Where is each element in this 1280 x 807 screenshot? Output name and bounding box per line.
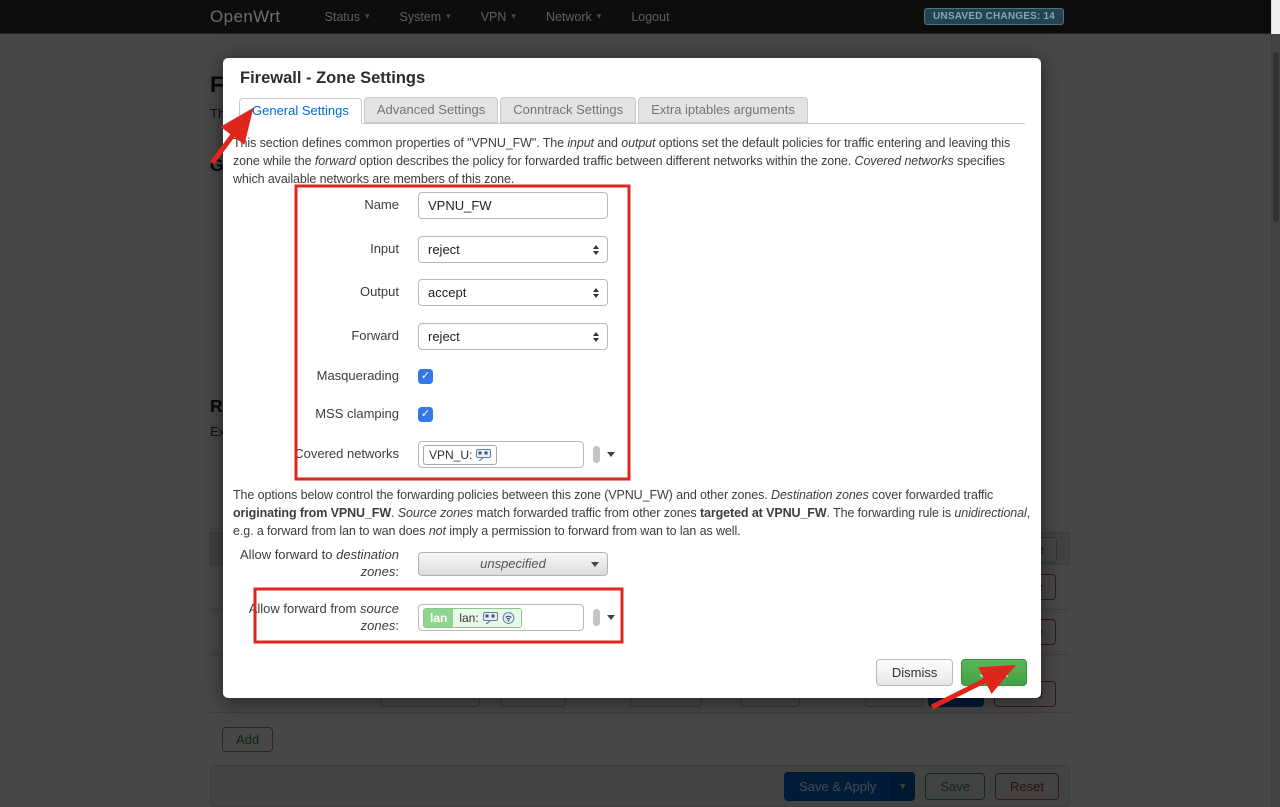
- modal-actions: Dismiss Save: [876, 659, 1027, 686]
- masquerading-row: Masquerading ✓: [239, 368, 433, 385]
- nav-item-status[interactable]: Status▾: [325, 10, 370, 24]
- input-policy-label: Input: [239, 241, 399, 258]
- dropdown-scrollthumb: [593, 446, 600, 463]
- mss-clamping-checkbox[interactable]: ✓: [418, 407, 433, 422]
- masquerading-checkbox[interactable]: ✓: [418, 369, 433, 384]
- nav-item-logout[interactable]: Logout: [631, 10, 669, 24]
- destination-zones-dropdown[interactable]: unspecified: [418, 552, 608, 576]
- output-policy-label: Output: [239, 284, 399, 301]
- screen: Firewall - Zone Settings The firewall cr…: [0, 0, 1280, 807]
- name-row: Name: [239, 192, 608, 219]
- nav-menu: Status▾ System▾ VPN▾ Network▾ Logout: [325, 10, 670, 24]
- ethernet-icon: [483, 612, 498, 624]
- chevron-down-icon: [591, 562, 599, 567]
- chevron-down-icon: ▾: [446, 11, 451, 22]
- input-policy-row: Input reject: [239, 236, 608, 263]
- output-policy-row: Output accept: [239, 279, 608, 306]
- zone-tag-lan[interactable]: lan lan:: [423, 608, 522, 628]
- nav-item-network[interactable]: Network▾: [546, 10, 601, 24]
- ethernet-icon: [476, 449, 491, 461]
- allow-forward-to-row: Allow forward to destination zones: unsp…: [239, 547, 608, 581]
- nav-item-vpn[interactable]: VPN▾: [481, 10, 516, 24]
- save-button[interactable]: Save: [961, 659, 1027, 686]
- openwrt-logo: OpenWrt: [210, 7, 281, 27]
- top-nav: OpenWrt Status▾ System▾ VPN▾ Network▾ Lo…: [0, 0, 1280, 34]
- allow-forward-from-label: Allow forward from source zones:: [239, 601, 399, 635]
- forward-policy-select[interactable]: reject: [418, 323, 608, 350]
- source-zones-box: lan lan:: [418, 604, 584, 631]
- chevron-down-icon: [607, 615, 615, 620]
- unsaved-changes-badge[interactable]: UNSAVED CHANGES: 14: [924, 8, 1064, 25]
- chevron-down-icon: ▾: [511, 11, 516, 22]
- output-policy-select[interactable]: accept: [418, 279, 608, 306]
- stepper-icon: [593, 332, 599, 342]
- modal-intro-text: This section defines common properties o…: [233, 135, 1035, 188]
- chevron-down-icon: [607, 452, 615, 457]
- stepper-icon: [593, 288, 599, 298]
- tab-conntrack-settings[interactable]: Conntrack Settings: [500, 97, 636, 123]
- covered-networks-dropdown[interactable]: VPN_U:: [418, 441, 616, 468]
- network-tag-vpnu[interactable]: VPN_U:: [423, 445, 497, 465]
- input-policy-select[interactable]: reject: [418, 236, 608, 263]
- masquerading-label: Masquerading: [239, 368, 399, 385]
- stepper-icon: [593, 245, 599, 255]
- name-input[interactable]: [418, 192, 608, 219]
- forwarding-intro-text: The options below control the forwarding…: [233, 487, 1039, 540]
- mss-clamping-label: MSS clamping: [239, 406, 399, 423]
- covered-networks-row: Covered networks VPN_U:: [239, 441, 616, 468]
- allow-forward-from-row: Allow forward from source zones: lan lan…: [239, 601, 616, 635]
- chevron-down-icon: ▾: [365, 11, 370, 22]
- modal-tabs: General Settings Advanced Settings Connt…: [239, 99, 1025, 124]
- covered-networks-label: Covered networks: [239, 446, 399, 463]
- modal-title: Firewall - Zone Settings: [240, 69, 425, 88]
- tab-extra-iptables-arguments[interactable]: Extra iptables arguments: [638, 97, 808, 123]
- covered-networks-box: VPN_U:: [418, 441, 584, 468]
- source-zones-dropdown[interactable]: lan lan:: [418, 604, 616, 631]
- nav-item-system[interactable]: System▾: [399, 10, 450, 24]
- tab-advanced-settings[interactable]: Advanced Settings: [364, 97, 498, 123]
- mss-clamping-row: MSS clamping ✓: [239, 406, 433, 423]
- dropdown-scrollthumb: [593, 609, 600, 626]
- zone-settings-modal: Firewall - Zone Settings General Setting…: [223, 58, 1041, 698]
- wifi-icon: [502, 612, 515, 624]
- name-label: Name: [239, 197, 399, 214]
- tab-general-settings[interactable]: General Settings: [239, 98, 362, 124]
- forward-policy-row: Forward reject: [239, 323, 608, 350]
- dismiss-button[interactable]: Dismiss: [876, 659, 954, 686]
- chevron-down-icon: ▾: [597, 11, 602, 22]
- forward-policy-label: Forward: [239, 328, 399, 345]
- allow-forward-to-label: Allow forward to destination zones:: [239, 547, 399, 581]
